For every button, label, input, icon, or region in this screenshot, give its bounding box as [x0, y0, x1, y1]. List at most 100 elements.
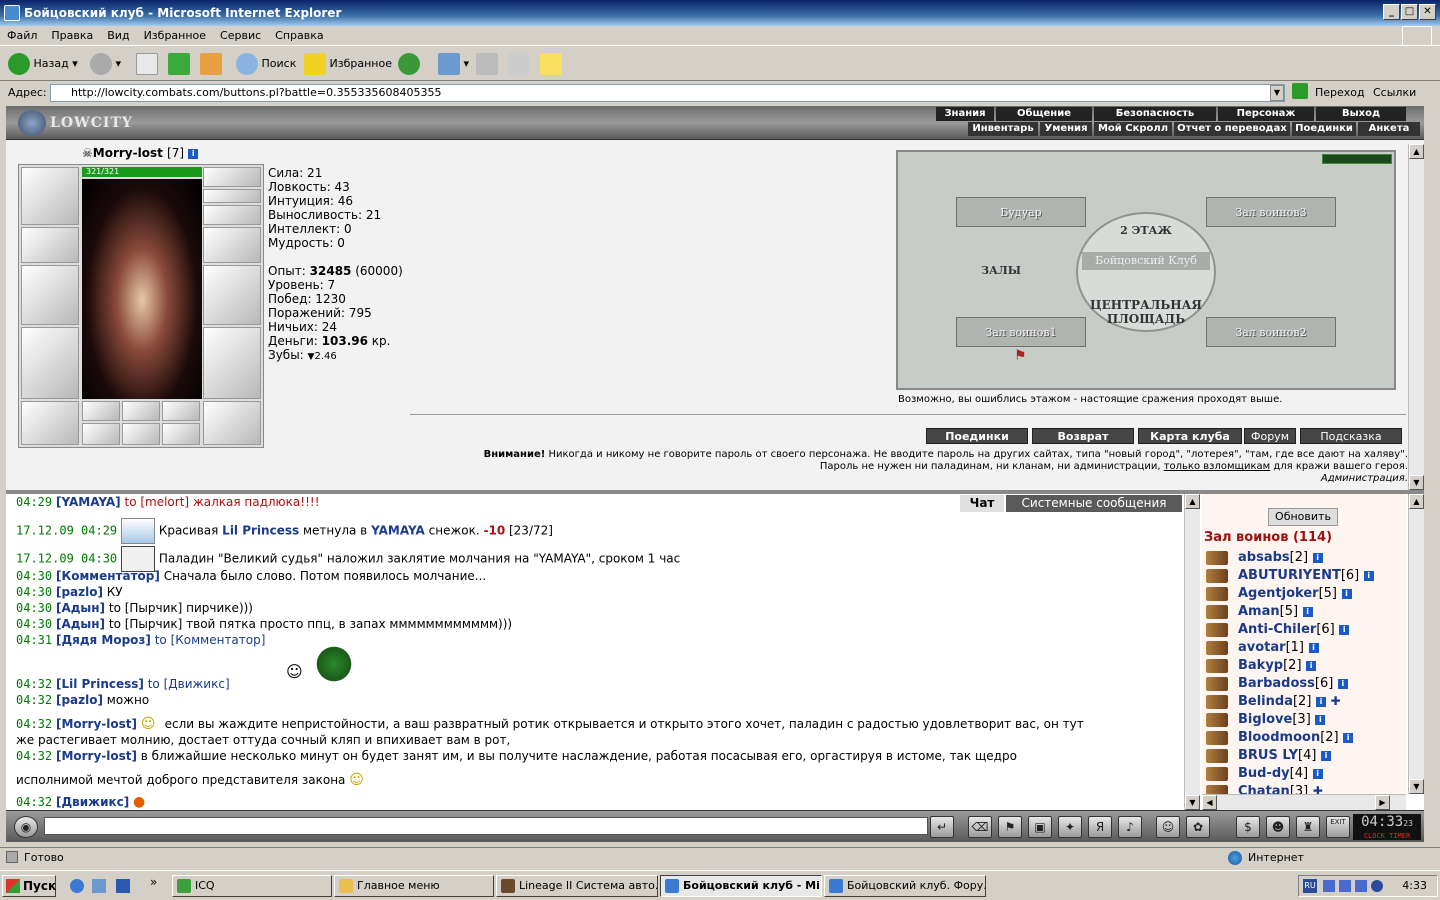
scroll-up-icon[interactable]: ▲: [1409, 144, 1424, 159]
notes-button[interactable]: [540, 52, 562, 76]
search-button[interactable]: Поиск: [236, 52, 296, 76]
user-item[interactable]: Anti-Chiler[6] i: [1206, 622, 1350, 637]
room-warriors-1[interactable]: Зал воинов1: [956, 317, 1086, 347]
helmet-slot[interactable]: [21, 167, 79, 225]
nav-exit[interactable]: Выход: [1316, 107, 1406, 121]
nav-communication[interactable]: Общение: [996, 107, 1092, 121]
nav-my-scroll[interactable]: Мой Скролл: [1094, 122, 1172, 136]
user-item[interactable]: BRUS LY[4] i: [1206, 748, 1331, 763]
ring-slot-1[interactable]: [82, 401, 120, 421]
scroll-up-icon[interactable]: ▲: [1409, 494, 1424, 509]
pants-slot[interactable]: [203, 327, 261, 399]
fighter-icon[interactable]: ✦: [1058, 816, 1082, 838]
ie-quicklaunch-icon[interactable]: [70, 879, 84, 893]
menu-tools[interactable]: Сервис: [213, 26, 268, 45]
print-button[interactable]: [476, 52, 498, 76]
money-bag-icon[interactable]: $: [1236, 816, 1260, 838]
clan-icon[interactable]: ♜: [1296, 816, 1320, 838]
translit-icon[interactable]: Я: [1088, 816, 1112, 838]
armor-slot[interactable]: [21, 327, 79, 399]
forward-button[interactable]: ▾: [90, 52, 121, 76]
edit-button[interactable]: [508, 52, 530, 76]
nav-knowledge[interactable]: Знания: [936, 107, 994, 121]
language-indicator[interactable]: RU: [1303, 879, 1317, 893]
shield-slot[interactable]: [203, 265, 261, 325]
earrings-slot[interactable]: [203, 167, 261, 187]
map-club-button[interactable]: Бойцовский Клуб: [1082, 252, 1210, 270]
refresh-users-button[interactable]: Обновить: [1268, 508, 1338, 526]
send-icon[interactable]: ↵: [930, 816, 954, 838]
links-button[interactable]: Ссылки: [1373, 86, 1416, 99]
menu-help[interactable]: Справка: [268, 26, 330, 45]
club-map-button[interactable]: Карта клуба: [1138, 428, 1242, 444]
hackers-link[interactable]: только взломщикам: [1164, 461, 1270, 472]
task-main-menu[interactable]: Главное меню: [334, 875, 494, 897]
stop-button[interactable]: [136, 52, 158, 76]
scroll-down-icon[interactable]: ▼: [1185, 795, 1200, 810]
bracers-slot[interactable]: [21, 227, 79, 263]
forum-button[interactable]: Форум: [1244, 428, 1296, 444]
scroll-up-icon[interactable]: ▲: [1185, 494, 1200, 509]
close-button[interactable]: ✕: [1419, 4, 1436, 20]
menu-edit[interactable]: Правка: [44, 26, 100, 45]
hint-button[interactable]: Подсказка: [1300, 428, 1402, 444]
nav-inventory[interactable]: Инвентарь: [968, 122, 1038, 136]
user-item[interactable]: Bud-dy[4] i: [1206, 766, 1323, 781]
user-item[interactable]: avotar[1] i: [1206, 640, 1319, 655]
menu-file[interactable]: Файл: [0, 26, 44, 45]
character-name[interactable]: ☠Morry-lost [7] i: [82, 146, 199, 160]
scroll-down-icon[interactable]: ▼: [1409, 779, 1424, 794]
room-boudoir[interactable]: Будуар: [956, 197, 1086, 227]
sound-icon[interactable]: ♪: [1118, 816, 1142, 838]
tray-app-icon[interactable]: [1371, 880, 1383, 892]
nav-security[interactable]: Безопасность: [1094, 107, 1216, 121]
exit-icon[interactable]: EXIT: [1326, 816, 1350, 838]
menu-favorites[interactable]: Избранное: [137, 26, 213, 45]
rune-slot-3[interactable]: [162, 423, 200, 445]
gloves-slot[interactable]: [203, 227, 261, 263]
address-dropdown[interactable]: ▼: [1270, 85, 1284, 101]
filter-icon[interactable]: ⚑: [998, 816, 1022, 838]
outlook-quicklaunch-icon[interactable]: [92, 879, 106, 893]
users-scrollbar[interactable]: ▲ ▼: [1408, 494, 1424, 794]
nav-skills[interactable]: Умения: [1040, 122, 1092, 136]
nav-profile[interactable]: Анкета: [1358, 122, 1420, 136]
belt-slot[interactable]: [21, 401, 79, 445]
boots-slot[interactable]: [203, 401, 261, 445]
task-lineage[interactable]: Lineage II Система авто...: [496, 875, 658, 897]
task-fight-club-ie[interactable]: Бойцовский клуб - Mi...: [660, 875, 822, 897]
network-icon-3[interactable]: [1355, 880, 1367, 892]
map-square-line1[interactable]: ЦЕНТРАЛЬНАЯ: [1076, 298, 1216, 312]
user-item[interactable]: ABUTURIYENT[6] i: [1206, 568, 1374, 583]
go-button[interactable]: Переход: [1315, 86, 1365, 99]
nav-character[interactable]: Персонаж: [1218, 107, 1314, 121]
tab-system-messages[interactable]: Системные сообщения: [1006, 495, 1182, 512]
clear-icon[interactable]: ⌫: [968, 816, 992, 838]
refresh-button[interactable]: [168, 52, 190, 76]
network-icon[interactable]: [1323, 880, 1335, 892]
menu-view[interactable]: Вид: [100, 26, 136, 45]
chat-scrollbar[interactable]: ▲ ▼: [1184, 494, 1200, 810]
go-icon[interactable]: [1292, 83, 1308, 99]
history-button[interactable]: [398, 52, 420, 76]
map-square-line2[interactable]: ПЛОЩАДЬ: [1076, 312, 1216, 326]
maximize-button[interactable]: □: [1401, 4, 1418, 20]
scroll-right-icon[interactable]: ▶: [1375, 795, 1390, 810]
chat-input[interactable]: [44, 817, 928, 835]
network-icon-2[interactable]: [1339, 880, 1351, 892]
home-button[interactable]: [200, 52, 222, 76]
scroll-left-icon[interactable]: ◀: [1202, 795, 1217, 810]
mail-button[interactable]: ▾: [438, 52, 469, 76]
tab-chat[interactable]: Чат: [960, 495, 1004, 512]
ring-slot-3[interactable]: [162, 401, 200, 421]
upper-scrollbar[interactable]: ▲ ▼: [1408, 144, 1424, 490]
favorites-button[interactable]: Избранное: [304, 52, 392, 76]
quicklaunch-more-icon[interactable]: »: [150, 875, 157, 889]
address-input[interactable]: http://lowcity.combats.com/buttons.pl?ba…: [50, 84, 1285, 102]
scroll-down-icon[interactable]: ▼: [1409, 475, 1424, 490]
task-icq[interactable]: ICQ: [172, 875, 332, 897]
task-fight-club-forum[interactable]: Бойцовский клуб. Фору...: [824, 875, 986, 897]
user-item[interactable]: Bakyp[2] i: [1206, 658, 1317, 673]
emotions-icon[interactable]: ✿: [1186, 816, 1210, 838]
user-item[interactable]: Barbadoss[6] i: [1206, 676, 1348, 691]
